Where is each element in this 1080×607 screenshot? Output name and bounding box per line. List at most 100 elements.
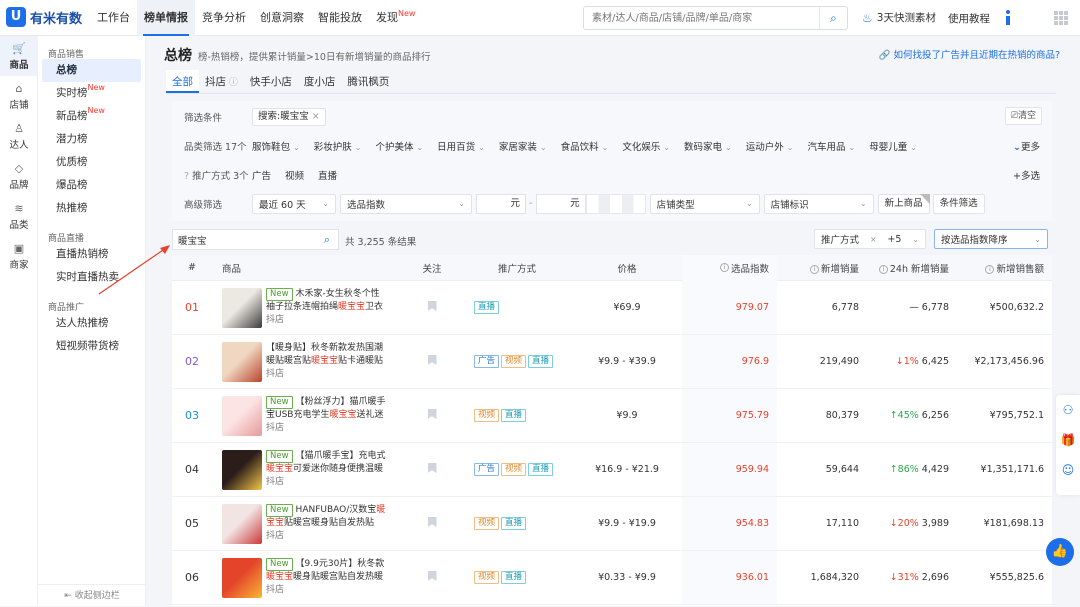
promo-sort-select[interactable]: 推广方式 × +5 ⌄	[814, 229, 926, 249]
product-name[interactable]: New 木禾家-女生秋冬个性袖子拉条连帽拍绳暖宝宝卫衣	[266, 288, 388, 314]
gift-icon[interactable]: 🎁	[1056, 425, 1080, 455]
category-item[interactable]: 个护美体 ⌄	[375, 139, 423, 153]
category-item[interactable]: 食品饮料 ⌄	[561, 139, 609, 153]
product-name[interactable]: New【9.9元30片】秋冬款暖宝宝暖身贴暖宫贴自发热暖衣...	[266, 558, 388, 584]
topnav-item-5[interactable]: 发现New	[369, 0, 422, 36]
subnav-item[interactable]: 优质榜	[42, 151, 141, 174]
question-icon[interactable]: ?	[184, 171, 189, 182]
promo-mode-option[interactable]: 直播	[318, 168, 337, 182]
platform-tab[interactable]: 全部	[166, 70, 199, 93]
subnav-item[interactable]: 实时榜New	[42, 82, 141, 105]
subnav-item[interactable]: 爆品榜	[42, 174, 141, 197]
platform-tab[interactable]: 快手小店	[244, 70, 298, 93]
category-item[interactable]: 汽车用品 ⌄	[807, 139, 855, 153]
category-item[interactable]: 母婴儿童 ⌄	[869, 139, 917, 153]
category-item[interactable]: 文化娱乐 ⌄	[622, 139, 670, 153]
sidenav-item-2[interactable]: ♙ 达人	[0, 116, 38, 156]
subnav-item[interactable]: 达人热推榜	[42, 312, 141, 335]
product-thumbnail[interactable]	[222, 287, 262, 328]
price-min-input[interactable]: 元	[476, 193, 526, 214]
topnav-item-4[interactable]: 智能投放	[311, 0, 369, 36]
product-cell[interactable]: NewHANFUBAO/汉数宝暖宝宝贴暖宫暖身贴自发热贴大...抖店	[212, 503, 402, 544]
new-product-button[interactable]: 新上商品	[877, 193, 930, 214]
table-row[interactable]: 05 NewHANFUBAO/汉数宝暖宝宝贴暖宫暖身贴自发热贴大...抖店 视频直播…	[172, 497, 1052, 551]
table-row[interactable]: 06 New【9.9元30片】秋冬款暖宝宝暖身贴暖宫贴自发热暖衣...抖店 视频直播…	[172, 551, 1052, 605]
product-thumbnail[interactable]	[222, 557, 262, 598]
feedback-thumb-icon[interactable]: 👍	[1046, 538, 1074, 566]
subnav-item[interactable]: 短视频带货榜	[42, 335, 141, 358]
search-icon[interactable]: ⌕	[819, 7, 847, 29]
sidenav-item-5[interactable]: ▣ 商家	[0, 236, 38, 276]
category-item[interactable]: 数码家电 ⌄	[684, 139, 732, 153]
bookmark-icon[interactable]	[427, 571, 437, 581]
subnav-item[interactable]: 直播热销榜	[42, 243, 141, 266]
store-mark-select[interactable]: 店铺标识 ⌄	[763, 193, 874, 214]
table-row[interactable]: 03 New【粉丝浮力】猫爪暖手宝USB充电学生暖宝宝送礼迷你...抖店 视频直播 ¥…	[172, 389, 1052, 443]
sidenav-item-0[interactable]: 🛒 商品	[0, 36, 38, 76]
product-name[interactable]: New【猫爪暖手宝】充电式暖宝宝可爱迷你随身便携温暖女...	[266, 450, 388, 476]
sort-select[interactable]: 按选品指数降序 ⌄	[934, 229, 1048, 249]
col-24h-sales[interactable]: i 24h 新增销量	[867, 261, 957, 275]
product-name[interactable]: 【暖身贴】秋冬新款发热国潮暖贴暖宫贴暖宝宝贴卡通暖贴保...	[266, 342, 388, 368]
multi-select-button[interactable]: +多选	[1013, 168, 1040, 182]
table-row[interactable]: 04 New【猫爪暖手宝】充电式暖宝宝可爱迷你随身便携温暖女...抖店 广告视频直播…	[172, 443, 1052, 497]
product-thumbnail[interactable]	[222, 341, 262, 382]
col-amount[interactable]: i 新增销售额	[957, 261, 1052, 275]
topnav-item-2[interactable]: 竞争分析	[195, 0, 253, 36]
platform-tab[interactable]: 抖店 ⓘ	[199, 70, 244, 93]
platform-tab[interactable]: 腾讯枫页	[341, 70, 395, 93]
brand-logo[interactable]: U 有米有数	[6, 7, 82, 27]
subnav-item[interactable]: 热推榜	[42, 197, 141, 220]
category-item[interactable]: 家居家装 ⌄	[499, 139, 547, 153]
subnav-item[interactable]: 新品榜New	[42, 105, 141, 128]
subnav-item[interactable]: 实时直播热卖	[42, 266, 141, 289]
product-thumbnail[interactable]	[222, 395, 262, 436]
bookmark-icon[interactable]	[427, 463, 437, 473]
col-score[interactable]: i 选品指数	[682, 255, 777, 281]
product-cell[interactable]: New【粉丝浮力】猫爪暖手宝USB充电学生暖宝宝送礼迷你...抖店	[212, 395, 402, 436]
platform-tab[interactable]: 度小店	[298, 70, 342, 93]
product-name[interactable]: NewHANFUBAO/汉数宝暖宝宝贴暖宫暖身贴自发热贴大...	[266, 504, 388, 530]
more-categories-button[interactable]: ⌄更多	[1013, 139, 1040, 153]
promo-mode-option[interactable]: 广告	[252, 168, 271, 182]
table-row[interactable]: 02 【暖身贴】秋冬新款发热国潮暖贴暖宫贴暖宝宝贴卡通暖贴保...抖店 广告视频直播…	[172, 335, 1052, 389]
search-icon[interactable]: ⌕	[316, 230, 338, 249]
condition-filter-button[interactable]: 条件筛选	[932, 193, 985, 214]
global-search-input[interactable]	[584, 7, 818, 29]
product-cell[interactable]: 【暖身贴】秋冬新款发热国潮暖贴暖宫贴暖宝宝贴卡通暖贴保...抖店	[212, 341, 402, 382]
product-thumbnail[interactable]	[222, 503, 262, 544]
close-icon[interactable]: ×	[870, 235, 877, 244]
topnav-item-3[interactable]: 创意洞察	[253, 0, 311, 36]
help-link[interactable]: 🔗 如何找投了广告并且近期在热销的商品?	[879, 47, 1060, 61]
bookmark-icon[interactable]	[427, 355, 437, 365]
apps-grid-icon[interactable]	[1054, 11, 1068, 25]
store-type-select[interactable]: 店铺类型 ⌄	[649, 193, 760, 214]
category-item[interactable]: 彩妆护肤 ⌄	[314, 139, 362, 153]
remove-chip-icon[interactable]: ×	[312, 111, 320, 122]
index-select[interactable]: 选品指数 ⌄	[340, 193, 472, 214]
topnav-item-1[interactable]: 榜单情报	[137, 0, 195, 36]
category-item[interactable]: 服饰鞋包 ⌄	[252, 139, 300, 153]
category-item[interactable]: 运动户外 ⌄	[746, 139, 794, 153]
product-cell[interactable]: New【9.9元30片】秋冬款暖宝宝暖身贴暖宫贴自发热暖衣...抖店	[212, 557, 402, 598]
product-name[interactable]: New【粉丝浮力】猫爪暖手宝USB充电学生暖宝宝送礼迷你...	[266, 396, 388, 422]
community-icon[interactable]: ⚇	[1056, 395, 1080, 425]
period-select[interactable]: 最近 60 天 ⌄	[252, 193, 336, 214]
topnav-item-0[interactable]: 工作台	[90, 0, 137, 36]
collapse-sidebar-button[interactable]: ⇤ 收起侧边栏	[38, 584, 146, 606]
subnav-item[interactable]: 潜力榜	[42, 128, 141, 151]
bookmark-icon[interactable]	[427, 517, 437, 527]
sidenav-item-1[interactable]: ⌂ 店铺	[0, 76, 38, 116]
table-row[interactable]: 01 New 木禾家-女生秋冬个性袖子拉条连帽拍绳暖宝宝卫衣 抖店 直播 ¥69.9 979…	[172, 281, 1052, 335]
chat-icon[interactable]: ☺	[1056, 455, 1080, 485]
product-cell[interactable]: New【猫爪暖手宝】充电式暖宝宝可爱迷你随身便携温暖女...抖店	[212, 449, 402, 490]
user-menu-icon[interactable]	[1004, 9, 1012, 27]
product-thumbnail[interactable]	[222, 449, 262, 490]
sidenav-item-4[interactable]: ≋ 品类	[0, 196, 38, 236]
price-max-input[interactable]: 元	[535, 193, 586, 214]
promo-mode-option[interactable]: 视频	[285, 168, 304, 182]
bookmark-icon[interactable]	[427, 409, 437, 419]
keyword-input[interactable]	[173, 230, 313, 249]
category-item[interactable]: 日用百货 ⌄	[437, 139, 485, 153]
clear-button[interactable]: ⎚清空	[1004, 107, 1042, 125]
